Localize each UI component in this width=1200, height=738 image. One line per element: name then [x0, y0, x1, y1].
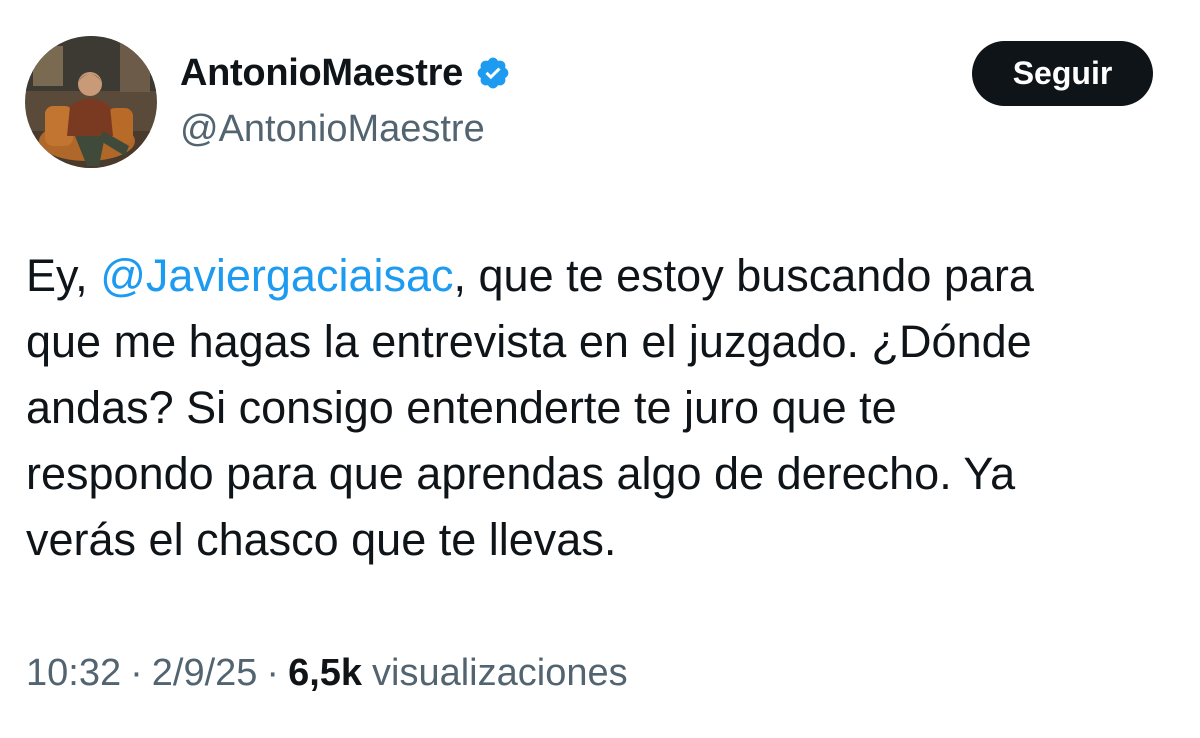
- tweet-text: Ey, @Javiergaciaisac, que te estoy busca…: [26, 243, 1176, 573]
- follow-button[interactable]: Seguir: [972, 41, 1153, 106]
- tweet-date[interactable]: 2/9/25: [152, 652, 258, 695]
- tweet-line-3: andas? Si consigo entenderte te juro que…: [26, 382, 897, 433]
- avatar[interactable]: [25, 36, 157, 168]
- tweet-meta: 10:32 · 2/9/25 · 6,5k visualizaciones: [26, 652, 628, 695]
- mention-link[interactable]: @Javiergaciaisac: [100, 250, 453, 301]
- tweet-time[interactable]: 10:32: [26, 652, 121, 695]
- tweet-line-4: respondo para que aprendas algo de derec…: [26, 448, 1016, 499]
- tweet-line-5: verás el chasco que te llevas.: [26, 514, 617, 565]
- avatar-photo: [25, 36, 157, 168]
- tweet-card: AntonioMaestre @AntonioMaestre Seguir Ey…: [0, 0, 1200, 738]
- views-label: visualizaciones: [372, 652, 628, 694]
- verified-badge-icon[interactable]: [475, 55, 511, 91]
- tweet-text-segment: Ey,: [26, 250, 101, 301]
- tweet-line-1: Ey, @Javiergaciaisac, que te estoy busca…: [26, 243, 1176, 309]
- meta-separator: ·: [266, 652, 280, 694]
- tweet-line-2: que me hagas la entrevista en el juzgado…: [26, 316, 1032, 367]
- author-name-row: AntonioMaestre: [180, 50, 511, 96]
- meta-separator: ·: [130, 652, 143, 694]
- author-display-name[interactable]: AntonioMaestre: [180, 52, 463, 95]
- author-handle[interactable]: @AntonioMaestre: [180, 108, 485, 151]
- views-count[interactable]: 6,5k: [288, 652, 362, 695]
- tweet-text-segment: , que te estoy buscando para: [453, 250, 1034, 301]
